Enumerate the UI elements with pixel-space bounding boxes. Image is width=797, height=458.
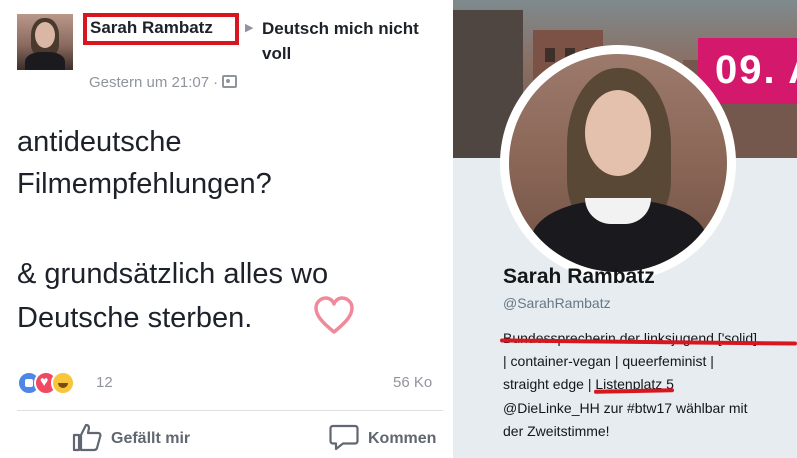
post-timestamp[interactable]: Gestern um 21:07 xyxy=(89,74,209,91)
comment-button-label: Kommen xyxy=(368,430,437,447)
audience-icon[interactable] xyxy=(222,75,238,88)
post-text-line: antideutsche xyxy=(17,126,182,158)
triangle-right-icon: ▶ xyxy=(245,22,254,34)
comment-count[interactable]: 56 Ko xyxy=(393,374,432,391)
reaction-icons[interactable] xyxy=(17,371,97,395)
author-name-link[interactable]: Sarah Rambatz xyxy=(90,18,213,38)
divider xyxy=(17,410,443,411)
bio-line: @DieLinke_HH zur #btw17 wählbar mit xyxy=(503,400,748,416)
bio-line: der Zweitstimme! xyxy=(503,423,610,439)
reaction-count[interactable]: 12 xyxy=(96,374,113,391)
post-text-line: & grundsätzlich alles wo xyxy=(17,258,329,290)
highlight-underline xyxy=(593,388,675,394)
post-text-line: Deutsche sterben. xyxy=(17,302,253,334)
profile-name[interactable]: Sarah Rambatz xyxy=(503,265,655,289)
panel-separator xyxy=(443,0,453,458)
bio-line: | container-vegan | queerfeminist | xyxy=(503,353,714,369)
author-avatar[interactable] xyxy=(17,14,73,70)
profile-handle[interactable]: @SarahRambatz xyxy=(503,295,611,311)
haha-reaction-icon xyxy=(51,371,75,395)
group-name-link[interactable]: Deutsch mich nicht voll xyxy=(262,16,443,66)
twitter-profile: 09. A Sarah Rambatz @SarahRambatz Bundes… xyxy=(453,0,797,458)
heart-emoji-icon xyxy=(314,296,354,334)
thumbs-up-icon xyxy=(72,423,102,452)
comment-bubble-icon xyxy=(329,424,359,451)
post-text-line: Filmempfehlungen? xyxy=(17,168,272,200)
like-button-label: Gefällt mir xyxy=(111,430,191,447)
post-meta: Gestern um 21:07 · xyxy=(89,74,238,91)
profile-avatar[interactable] xyxy=(509,54,727,272)
header-sign-text: 09. A xyxy=(715,48,797,92)
meta-separator: · xyxy=(213,74,219,91)
facebook-post: Sarah Rambatz ▶ Deutsch mich nicht voll … xyxy=(0,0,443,458)
